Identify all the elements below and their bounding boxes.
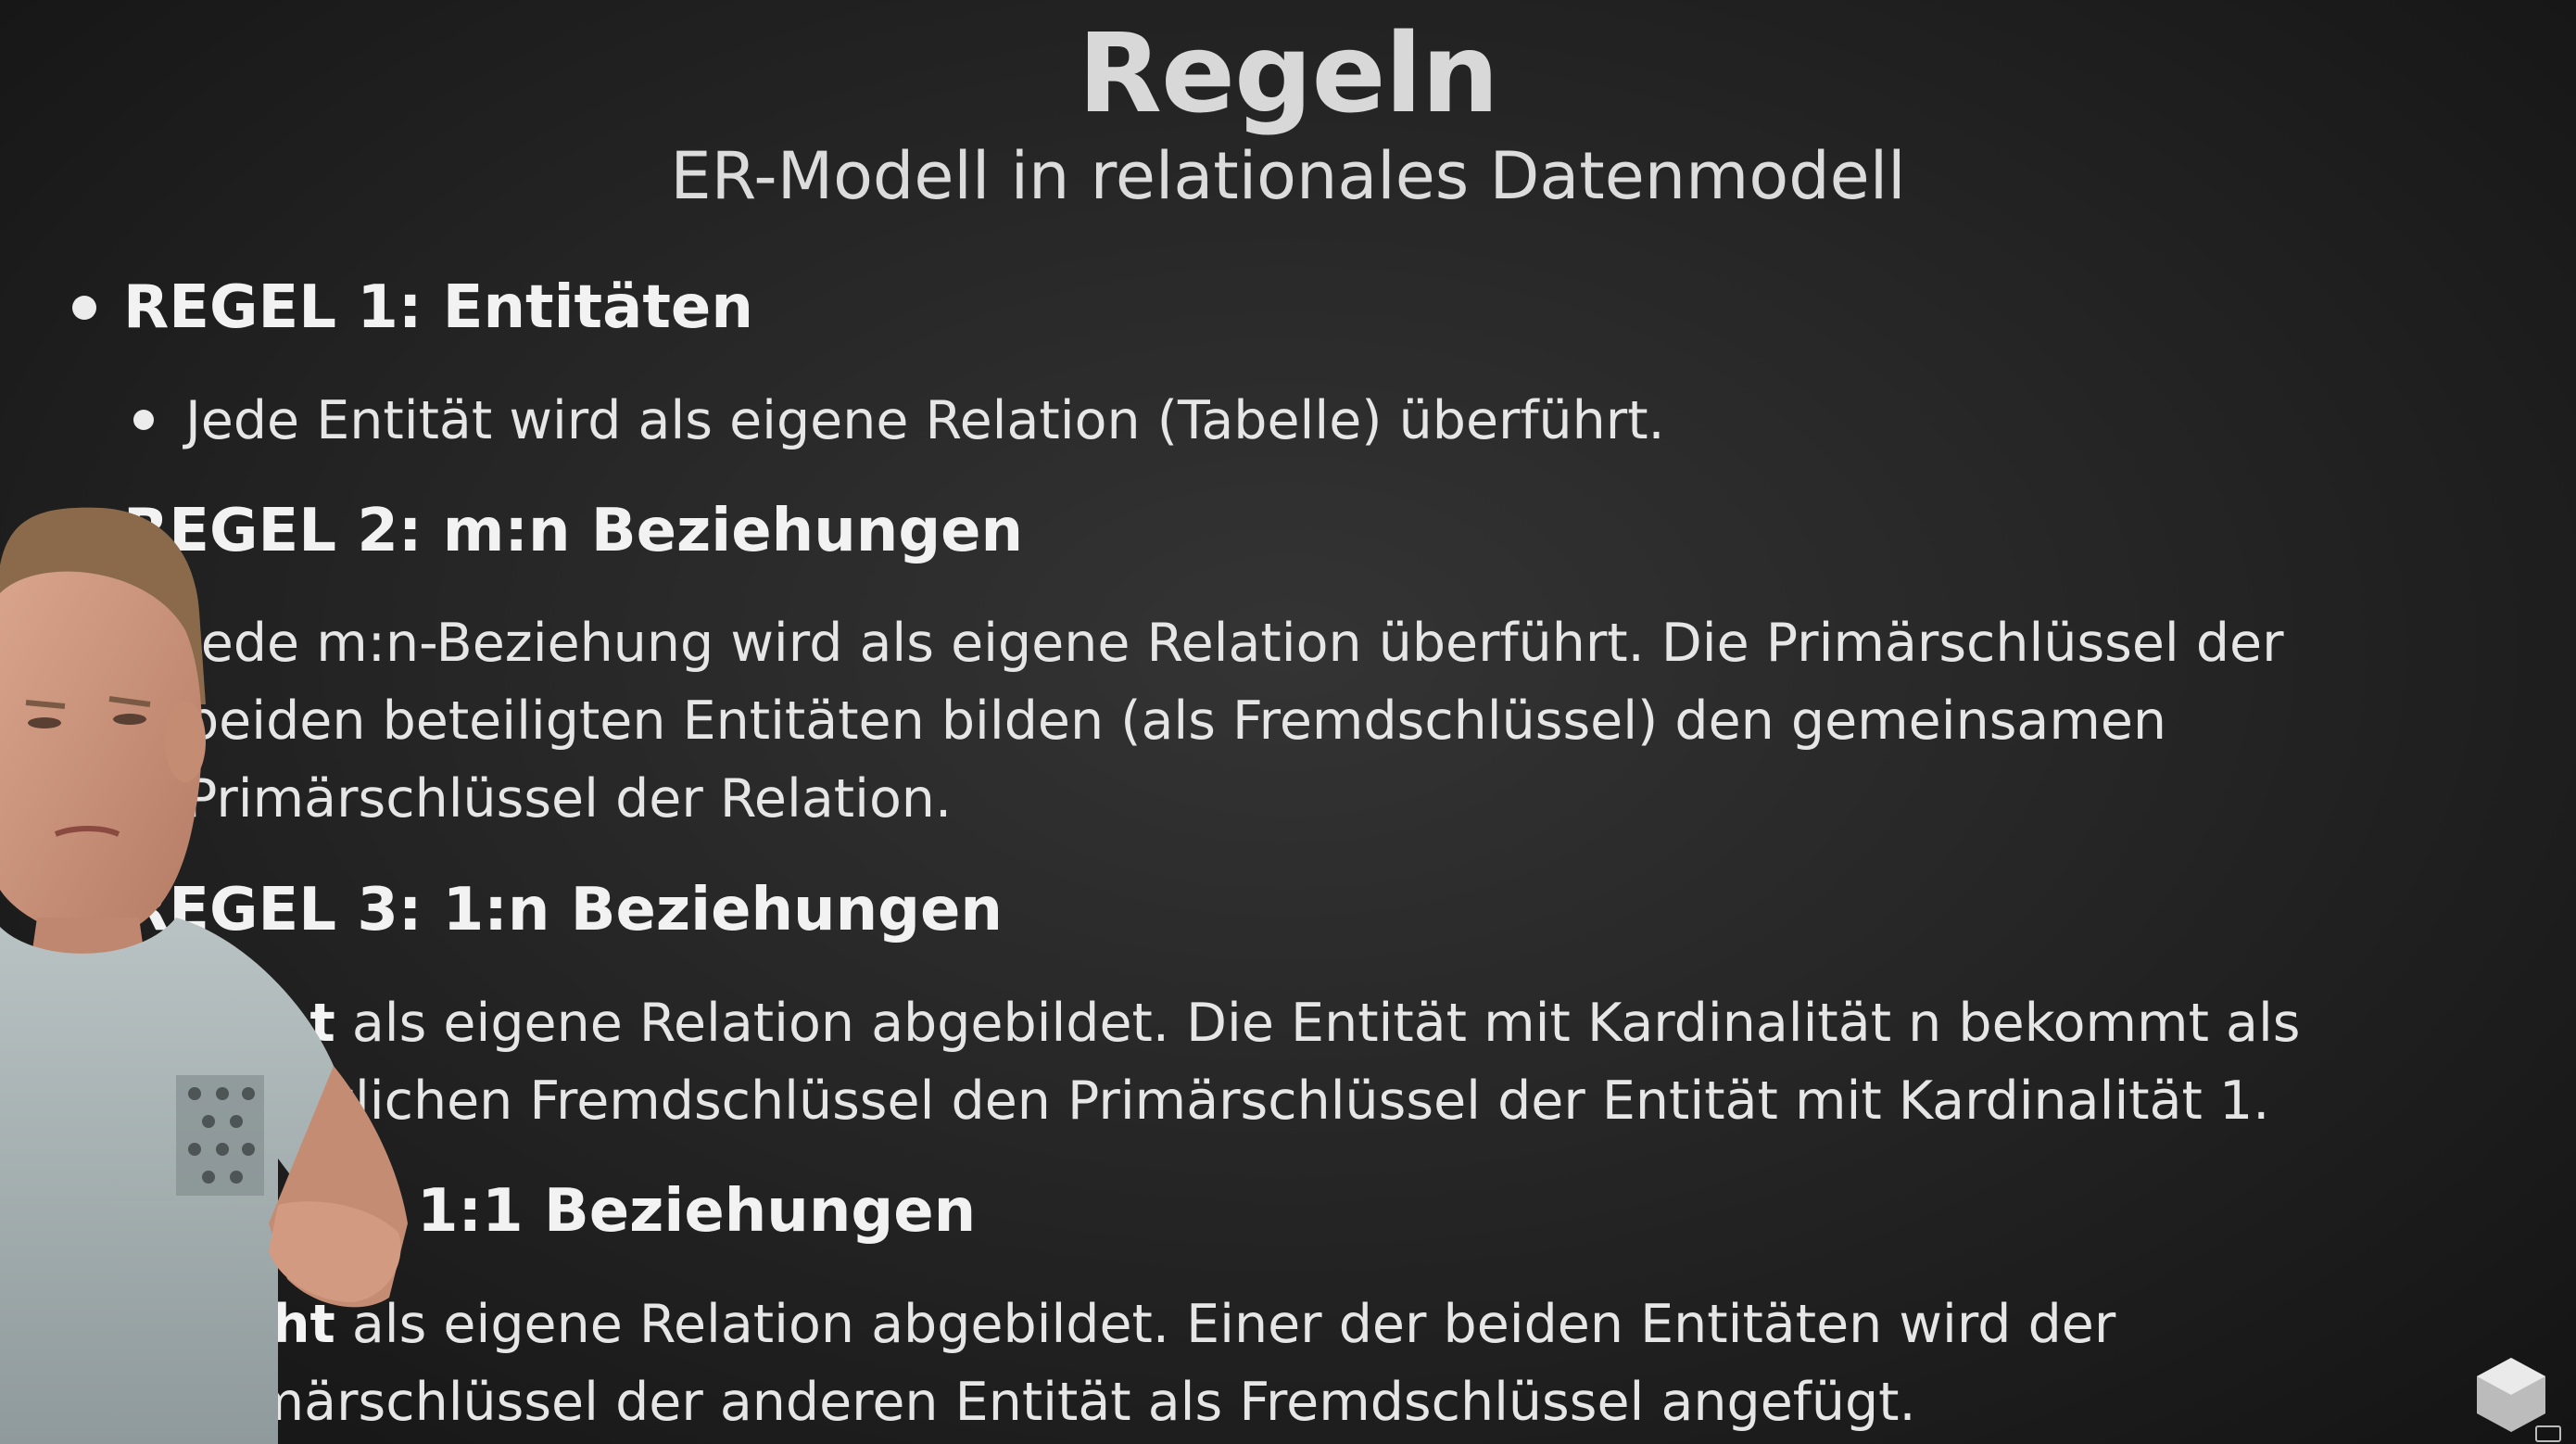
rule-1-text: Jede Entität wird als eigene Relation (T…: [185, 390, 1665, 451]
captions-icon[interactable]: [2535, 1425, 2561, 1442]
rule-2-text: Jede m:n-Beziehung wird als eigene Relat…: [185, 613, 2284, 830]
rule-4-text: nicht als eigene Relation abgebildet. Ei…: [185, 1286, 2317, 1441]
rule-3-text: nicht als eigene Relation abgebildet. Di…: [185, 984, 2391, 1140]
rule-4-heading: 1:1 Beziehungen: [417, 1177, 977, 1246]
rule-3-text-rest: als eigene Relation abgebildet. Die Enti…: [185, 993, 2301, 1132]
presenter-webcam-overlay: [0, 507, 408, 1444]
cube-icon[interactable]: [2469, 1353, 2553, 1437]
slide: Regeln ER-Modell in relationales Datenmo…: [0, 0, 2576, 1444]
